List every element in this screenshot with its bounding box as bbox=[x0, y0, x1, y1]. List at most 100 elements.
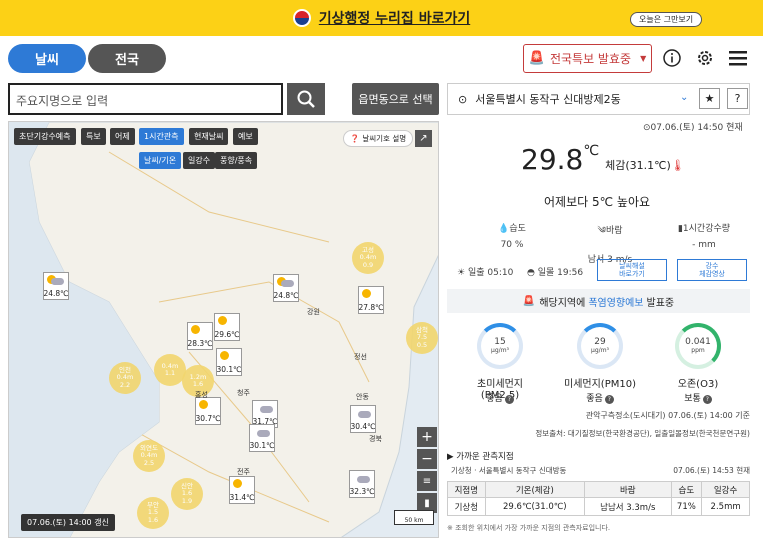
col-header: 기온(체감) bbox=[484, 481, 585, 498]
sun-icon bbox=[233, 479, 242, 488]
map-station[interactable]: 30.7℃ bbox=[195, 397, 221, 425]
map-station[interactable]: 30.1℃ bbox=[216, 348, 242, 376]
map-station[interactable]: 24.8℃ bbox=[273, 274, 299, 302]
sea-point[interactable]: 외연도 0.4m 2.5 bbox=[133, 440, 165, 472]
city-label: 경북 bbox=[369, 435, 382, 443]
map-station[interactable]: 31.4℃ bbox=[229, 476, 255, 504]
tab-weather[interactable]: 날씨 bbox=[8, 44, 86, 73]
map-station[interactable]: 32.3℃ bbox=[349, 470, 375, 498]
data-source: 정보출처: 대기질정보(한국환경공단), 일출일몰정보(한국천문연구원) bbox=[535, 429, 750, 438]
station-temp: 30.4℃ bbox=[350, 422, 376, 431]
close-today-button[interactable]: 오늘은 그만보기 bbox=[630, 12, 703, 27]
tab-national[interactable]: 전국 bbox=[88, 44, 166, 73]
heatwave-alert-link: 폭염영향예보 bbox=[588, 297, 644, 309]
layer-btn-yesterday[interactable]: 어제 bbox=[110, 128, 135, 145]
cloud-icon bbox=[358, 411, 371, 418]
map-station[interactable]: 30.1℃ bbox=[249, 424, 275, 452]
station-temp: 24.8℃ bbox=[273, 291, 299, 300]
zoom-controls: + − ≡ ▮ bbox=[417, 427, 437, 513]
current-temperature: 29.8 ℃ 체감(31.1℃) 🌡 bbox=[521, 143, 685, 176]
sunset-icon: ◓ bbox=[527, 268, 535, 278]
chevron-down-icon: ▼ bbox=[640, 54, 647, 63]
table-row: 기상청 29.6℃(31.0℃) 남남서 3.3m/s 71% 2.5mm bbox=[447, 497, 750, 516]
gear-icon[interactable] bbox=[695, 48, 715, 68]
symbol-legend-button[interactable]: ❓ 날씨기호 설명 bbox=[343, 130, 414, 147]
map-station[interactable]: 29.6℃ bbox=[214, 313, 240, 341]
station-temp: 31.4℃ bbox=[229, 493, 255, 502]
top-banner: 기상행정 누리집 바로가기 오늘은 그만보기 bbox=[0, 0, 763, 36]
col-header: 습도 bbox=[670, 481, 703, 498]
symbol-legend-label: 날씨기호 설명 bbox=[362, 134, 407, 143]
sun-icon bbox=[220, 351, 229, 360]
temp-value: 29.8 bbox=[521, 143, 584, 176]
sun-icon bbox=[218, 316, 227, 325]
sea-point[interactable]: 고성 0.4m 0.9 bbox=[352, 242, 384, 274]
map-station[interactable]: 27.8℃ bbox=[358, 286, 384, 314]
search-button[interactable] bbox=[287, 83, 325, 115]
sub-btn-weather-temp[interactable]: 날씨/기온 bbox=[139, 152, 182, 169]
layer-btn-warning[interactable]: 특보 bbox=[81, 128, 106, 145]
nearby-observation-table: 지점명 기온(체감) 바람 습도 일강수 기상청 29.6℃(31.0℃) 남남… bbox=[447, 481, 750, 516]
info-icon[interactable] bbox=[662, 48, 682, 68]
ozone-label: 오존(O3) bbox=[677, 379, 719, 390]
sea-point[interactable]: 삼척 7.5 0.5 bbox=[406, 322, 438, 354]
pm10-level: 좋음? bbox=[560, 391, 640, 404]
search-input[interactable]: 주요지명으로 입력 bbox=[8, 83, 283, 115]
cloud-icon bbox=[257, 430, 270, 437]
col-header: 바람 bbox=[583, 481, 672, 498]
location-target-icon: ⊙ bbox=[458, 92, 468, 106]
siren-icon: 🚨 bbox=[528, 51, 545, 66]
sea-point[interactable]: 인천 0.4m 2.2 bbox=[109, 362, 141, 394]
info-icon: ? bbox=[504, 395, 514, 404]
nearby-place: 기상청 · 서울특별시 동작구 신대방동 bbox=[451, 466, 567, 475]
station-temp: 30.1℃ bbox=[216, 365, 242, 374]
nearby-title[interactable]: ▶ 가까운 관측지점 bbox=[447, 450, 514, 462]
sub-btn-daily-rain[interactable]: 일강수 bbox=[183, 152, 216, 169]
city-label: 전주 bbox=[237, 468, 250, 476]
sun-icon bbox=[199, 400, 208, 409]
search-icon bbox=[297, 90, 315, 108]
location-name: 서울특별시 동작구 신대방제2동 bbox=[475, 93, 621, 106]
station-temp: 30.7℃ bbox=[195, 414, 221, 423]
sunrise: ☀ 일출 05:10 bbox=[457, 268, 514, 278]
menu-icon[interactable] bbox=[728, 48, 748, 68]
external-link-icon[interactable]: ↗ bbox=[415, 130, 432, 147]
cloud-icon bbox=[51, 278, 64, 285]
area-select-button[interactable]: 읍면동으로 선택 bbox=[352, 83, 439, 115]
rain-video-button[interactable]: 강수 체감영상 bbox=[677, 259, 747, 281]
siren-icon: 🚨 bbox=[522, 295, 536, 307]
city-label: 홍성 bbox=[195, 391, 208, 399]
observation-time: ⊙07.06.(토) 14:50 현재 bbox=[643, 123, 743, 133]
pm25-gauge: 15 μg/m³ bbox=[477, 323, 523, 369]
map-update-time: 07.06.(토) 14:00 갱신 bbox=[21, 514, 115, 531]
zoom-in-button[interactable]: + bbox=[417, 427, 437, 447]
heatwave-alert[interactable]: 🚨 해당지역에 폭염영향예보 발표중 bbox=[447, 289, 750, 313]
map-station[interactable]: 28.3℃ bbox=[187, 322, 213, 350]
station-temp: 27.8℃ bbox=[358, 303, 384, 312]
help-button[interactable]: ? bbox=[727, 88, 748, 109]
map-station[interactable]: 24.8℃ bbox=[43, 272, 69, 300]
sea-point[interactable]: 부안 1.5 1.6 bbox=[137, 497, 169, 529]
layer-btn-hourly-obs[interactable]: 1시간관측 bbox=[139, 128, 184, 145]
sea-point[interactable]: 신안 1.6 1.9 bbox=[171, 478, 203, 510]
station-temp: 28.3℃ bbox=[187, 339, 213, 348]
favorite-star-icon[interactable]: ★ bbox=[699, 88, 720, 109]
map-scale-bar: 50 km bbox=[394, 510, 434, 525]
layer-btn-nowcast[interactable]: 초단기강수예측 bbox=[14, 128, 76, 145]
city-label: 강원 bbox=[307, 308, 320, 316]
sub-btn-wind[interactable]: 풍향/풍속 bbox=[215, 152, 258, 169]
gov-seal-icon bbox=[292, 9, 311, 27]
temp-unit: ℃ bbox=[583, 143, 600, 159]
nationwide-alert-dropdown[interactable]: 🚨 전국특보 발효중 ▼ bbox=[523, 44, 652, 73]
zoom-out-button[interactable]: − bbox=[417, 449, 437, 469]
map-station[interactable]: 30.4℃ bbox=[350, 405, 376, 433]
layers-icon[interactable]: ≡ bbox=[417, 471, 437, 491]
layer-btn-forecast[interactable]: 예보 bbox=[233, 128, 258, 145]
admin-site-link[interactable]: 기상행정 누리집 바로가기 bbox=[319, 8, 470, 28]
layer-btn-current[interactable]: 현재날씨 bbox=[189, 128, 229, 145]
city-label: 정선 bbox=[354, 353, 367, 361]
info-icon: ? bbox=[604, 395, 614, 404]
station-temp: 30.1℃ bbox=[249, 441, 275, 450]
weather-map[interactable]: 초단기강수예측 특보 어제 1시간관측 현재날씨 예보 날씨/기온 일강수 풍향… bbox=[8, 121, 439, 538]
forecast-commentary-button[interactable]: 날씨해설 바로가기 bbox=[597, 259, 667, 281]
